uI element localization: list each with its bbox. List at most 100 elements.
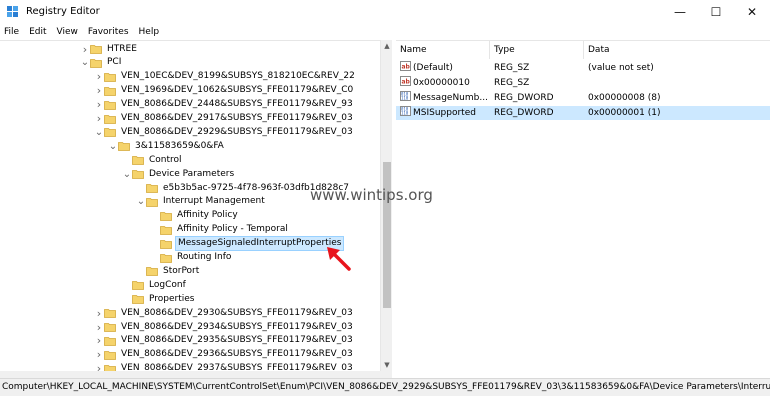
tree-node-label[interactable]: VEN_8086&DEV_2936&SUBSYS_FFE01179&REV_03 [119, 348, 355, 361]
tree-node-label[interactable]: MessageSignaledInterruptProperties [175, 236, 345, 252]
tree-node[interactable]: › VEN_8086&DEV_2936&SUBSYS_FFE01179&REV_0… [94, 348, 355, 362]
tree-node-label[interactable]: LogConf [147, 279, 188, 292]
chevron-down-icon[interactable]: ⌄ [108, 139, 118, 153]
tree-node[interactable]: Routing Info [150, 251, 233, 265]
folder-icon [104, 100, 116, 110]
tree-node-label[interactable]: 3&11583659&0&FA [133, 140, 226, 153]
menu-favorites[interactable]: Favorites [88, 27, 129, 37]
values-list[interactable]: Name Type Data ab (Default) REG_SZ (value n… [396, 40, 770, 371]
tree-node[interactable]: ⌄ Device Parameters [122, 167, 236, 181]
tree-node-label[interactable]: Affinity Policy [175, 209, 240, 222]
chevron-right-icon[interactable]: › [94, 362, 104, 371]
list-item[interactable]: 010 110 MessageNumb... REG_DWORD 0x00000008 … [396, 91, 770, 105]
tree-node[interactable]: › VEN_8086&DEV_2934&SUBSYS_FFE01179&REV_0… [94, 320, 355, 334]
cell-type: REG_DWORD [494, 108, 554, 118]
tree-node[interactable]: ⌄ Interrupt Management [136, 195, 267, 209]
maximize-icon: ☐ [710, 5, 722, 19]
tree-node-label[interactable]: VEN_8086&DEV_2935&SUBSYS_FFE01179&REV_03 [119, 334, 355, 347]
tree-scrollbar[interactable]: ▲ ▼ [380, 40, 392, 371]
tree-node-label[interactable]: VEN_8086&DEV_2917&SUBSYS_FFE01179&REV_03 [119, 112, 355, 125]
value-name: (Default) [413, 63, 453, 73]
tree-node-label[interactable]: VEN_8086&DEV_2937&SUBSYS_FFE01179&REV_03 [119, 362, 355, 371]
scroll-thumb[interactable] [383, 162, 391, 308]
tree-node[interactable]: › VEN_8086&DEV_2448&SUBSYS_FFE01179&REV_9… [94, 98, 355, 112]
tree-node[interactable]: › VEN_10EC&DEV_8199&SUBSYS_818210EC&REV_2… [94, 70, 357, 84]
folder-icon [104, 127, 116, 138]
chevron-right-icon[interactable]: › [94, 320, 104, 334]
chevron-right-icon[interactable]: › [94, 98, 104, 112]
tree-node-label[interactable]: VEN_1969&DEV_1062&SUBSYS_FFE01179&REV_C0 [119, 84, 355, 97]
tree-node[interactable]: › VEN_1969&DEV_1062&SUBSYS_FFE01179&REV_C… [94, 84, 355, 98]
folder-icon [132, 155, 144, 166]
tree-node-label[interactable]: Routing Info [175, 251, 233, 264]
list-item[interactable]: ab 0x00000010 REG_SZ [396, 76, 770, 90]
tree-node-label[interactable]: Properties [147, 293, 196, 306]
folder-icon [104, 72, 116, 82]
minimize-icon: — [674, 5, 686, 19]
scroll-down-icon[interactable]: ▼ [381, 359, 393, 371]
cell-type: REG_SZ [494, 78, 530, 88]
tree-node-label[interactable]: Device Parameters [147, 168, 236, 181]
tree-node[interactable]: ⌄ VEN_8086&DEV_2929&SUBSYS_FFE01179&REV_0… [94, 125, 355, 139]
list-item[interactable]: ab (Default) REG_SZ (value not set) [396, 61, 770, 75]
tree-node-label[interactable]: StorPort [161, 265, 201, 278]
chevron-right-icon[interactable]: › [94, 348, 104, 362]
string-value-icon: ab [400, 61, 411, 71]
chevron-right-icon[interactable]: › [94, 84, 104, 98]
chevron-right-icon[interactable]: › [94, 112, 104, 126]
folder-icon [90, 44, 102, 54]
list-item[interactable]: 010 110 MSISupported REG_DWORD 0x00000001 (1… [396, 106, 770, 120]
tree-node[interactable]: › VEN_8086&DEV_2937&SUBSYS_FFE01179&REV_0… [94, 362, 355, 371]
tree-node-label[interactable]: VEN_10EC&DEV_8199&SUBSYS_818210EC&REV_22 [119, 70, 357, 83]
scroll-up-icon[interactable]: ▲ [381, 40, 393, 52]
tree-node-label[interactable]: Control [147, 154, 184, 167]
tree-node[interactable]: ⌄ PCI [80, 56, 123, 70]
tree-node[interactable]: › HTREE [80, 42, 139, 56]
menu-view[interactable]: View [57, 27, 78, 37]
tree-node-label[interactable]: VEN_8086&DEV_2934&SUBSYS_FFE01179&REV_03 [119, 321, 355, 334]
chevron-right-icon[interactable]: › [94, 306, 104, 320]
tree-node-label[interactable]: HTREE [105, 43, 139, 56]
tree-node[interactable]: ⌄ 3&11583659&0&FA [108, 139, 226, 153]
menu-edit[interactable]: Edit [29, 27, 46, 37]
close-button[interactable]: ✕ [734, 0, 770, 24]
folder-icon [90, 58, 102, 68]
menu-help[interactable]: Help [139, 27, 160, 37]
chevron-down-icon[interactable]: ⌄ [80, 56, 90, 70]
chevron-right-icon[interactable]: › [94, 70, 104, 84]
tree-node[interactable]: › VEN_8086&DEV_2917&SUBSYS_FFE01179&REV_0… [94, 112, 355, 126]
menu-bar: File Edit View Favorites Help [0, 24, 770, 40]
column-data[interactable]: Data [584, 41, 770, 59]
column-name[interactable]: Name [396, 41, 490, 59]
tree-node-label[interactable]: VEN_8086&DEV_2930&SUBSYS_FFE01179&REV_03 [119, 307, 355, 320]
chevron-down-icon[interactable]: ⌄ [136, 195, 146, 209]
red-arrow-icon [327, 247, 351, 271]
tree-node[interactable]: › VEN_8086&DEV_2935&SUBSYS_FFE01179&REV_0… [94, 334, 355, 348]
tree-horizontal-scrollbar[interactable] [0, 371, 392, 378]
chevron-right-icon[interactable]: › [94, 334, 104, 348]
key-tree[interactable]: › HTREE ⌄ PCI › VEN_10EC&DEV_8199&SUBSYS_8182… [0, 40, 392, 371]
tree-node-label[interactable]: PCI [105, 56, 123, 69]
tree-node[interactable]: LogConf [122, 278, 188, 292]
column-type[interactable]: Type [490, 41, 584, 59]
tree-node-label[interactable]: VEN_8086&DEV_2448&SUBSYS_FFE01179&REV_93 [119, 98, 355, 111]
tree-node[interactable]: › VEN_8086&DEV_2930&SUBSYS_FFE01179&REV_0… [94, 306, 355, 320]
minimize-button[interactable]: — [662, 0, 698, 24]
chevron-right-icon[interactable]: › [80, 42, 90, 56]
tree-node[interactable]: Control [122, 153, 184, 167]
chevron-down-icon[interactable]: ⌄ [122, 167, 132, 181]
tree-node[interactable]: StorPort [136, 264, 201, 278]
menu-file[interactable]: File [4, 27, 19, 37]
tree-node-label[interactable]: Affinity Policy - Temporal [175, 223, 290, 236]
tree-node[interactable]: Affinity Policy - Temporal [150, 223, 290, 237]
tree-node[interactable]: Properties [122, 292, 196, 306]
maximize-button[interactable]: ☐ [698, 0, 734, 24]
tree-node-label[interactable]: VEN_8086&DEV_2929&SUBSYS_FFE01179&REV_03 [119, 126, 355, 139]
tree-node[interactable]: Affinity Policy [150, 209, 240, 223]
chevron-down-icon[interactable]: ⌄ [94, 125, 104, 139]
svg-text:110: 110 [401, 96, 409, 101]
tree-node-label[interactable]: Interrupt Management [161, 195, 267, 208]
tree-node[interactable]: MessageSignaledInterruptProperties [150, 236, 345, 252]
